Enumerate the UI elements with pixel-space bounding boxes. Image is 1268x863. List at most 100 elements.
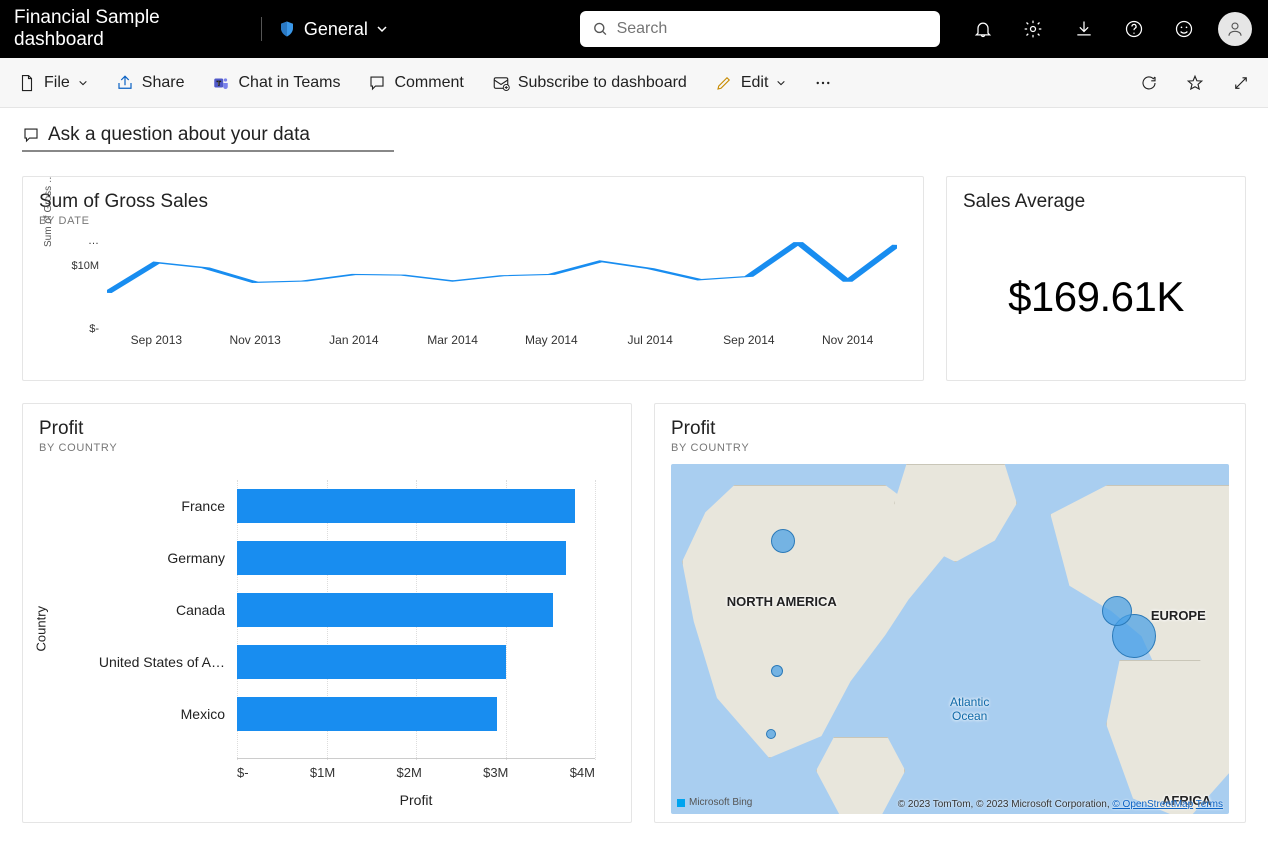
map-label-na: NORTH AMERICA <box>727 594 837 609</box>
bar-row: Germany <box>77 532 595 584</box>
share-icon <box>116 74 134 92</box>
app-header: Financial Sample dashboard General <box>0 0 1268 58</box>
edit-menu[interactable]: Edit <box>715 74 787 92</box>
fullscreen-button[interactable] <box>1232 74 1250 92</box>
kpi-value: $169.61K <box>963 273 1229 321</box>
star-icon <box>1186 74 1204 92</box>
dashboard-title: Financial Sample dashboard <box>14 7 245 51</box>
chat-label: Chat in Teams <box>238 74 340 92</box>
axis-x-label: Profit <box>237 792 595 808</box>
chevron-down-icon <box>78 78 88 88</box>
question-icon <box>1124 19 1144 39</box>
comment-button[interactable]: Comment <box>368 74 463 92</box>
map-canvas[interactable]: NORTH AMERICA EUROPE AFRICA AtlanticOcea… <box>671 464 1229 814</box>
comment-icon <box>368 74 386 92</box>
file-menu[interactable]: File <box>18 74 88 92</box>
bar-category-label: Canada <box>77 602 237 618</box>
chat-teams-button[interactable]: T Chat in Teams <box>212 74 340 92</box>
search-box[interactable] <box>580 11 940 47</box>
bar-rows: France Germany Canada United States of A… Me… <box>77 480 595 740</box>
search-icon <box>592 20 609 38</box>
sensitivity-dropdown[interactable]: General <box>278 19 388 40</box>
map-attribution: © 2023 TomTom, © 2023 Microsoft Corporat… <box>898 799 1223 810</box>
search-input[interactable] <box>617 20 928 38</box>
action-bar: File Share T Chat in Teams Comment Subsc… <box>0 58 1268 108</box>
map-bubble[interactable] <box>771 665 783 677</box>
tile-subtitle: BY DATE <box>39 215 907 227</box>
axis-x-ticks: Sep 2013Nov 2013Jan 2014Mar 2014May 2014… <box>107 333 897 347</box>
map-bubble[interactable] <box>771 529 795 553</box>
subscribe-icon <box>492 74 510 92</box>
account-button[interactable] <box>1216 9 1254 49</box>
line-chart: Sum of Gross … … $10M $- Sep 2013Nov 201… <box>67 237 907 357</box>
tile-profit-map[interactable]: Profit BY COUNTRY NORTH AMERICA EUROPE A… <box>654 403 1246 823</box>
bar-category-label: France <box>77 498 237 514</box>
chevron-down-icon <box>776 78 786 88</box>
tile-title: Profit <box>671 418 1229 440</box>
axis-x-ticks: $-$1M$2M$3M$4M <box>237 758 595 780</box>
fullscreen-icon <box>1232 74 1250 92</box>
map-label-eu: EUROPE <box>1151 608 1206 623</box>
teams-icon: T <box>212 74 230 92</box>
bar-row: Mexico <box>77 688 595 740</box>
bar-category-label: United States of A… <box>77 654 237 670</box>
comment-label: Comment <box>394 74 463 92</box>
tile-title: Profit <box>39 418 615 440</box>
map-bubble[interactable] <box>1102 596 1132 626</box>
bar-category-label: Germany <box>77 550 237 566</box>
notifications-button[interactable] <box>964 9 1002 49</box>
bar <box>237 541 566 575</box>
bar-row: United States of A… <box>77 636 595 688</box>
download-button[interactable] <box>1065 9 1103 49</box>
qna-input[interactable]: Ask a question about your data <box>22 124 394 152</box>
refresh-button[interactable] <box>1140 74 1158 92</box>
terms-link[interactable]: Terms <box>1196 799 1223 810</box>
bar <box>237 645 506 679</box>
divider <box>261 17 262 41</box>
avatar <box>1218 12 1252 46</box>
bar <box>237 489 575 523</box>
smiley-icon <box>1174 19 1194 39</box>
tile-subtitle: BY COUNTRY <box>671 442 1229 454</box>
bar-chart: Country FranceGermanyCanadaUnited States… <box>49 474 615 814</box>
land-south-america <box>816 737 905 814</box>
chevron-down-icon <box>376 23 388 35</box>
feedback-button[interactable] <box>1165 9 1203 49</box>
map-label-ocean: AtlanticOcean <box>950 695 989 723</box>
qna-placeholder: Ask a question about your data <box>48 124 310 146</box>
map-bubble[interactable] <box>766 729 776 739</box>
sensitivity-label: General <box>304 19 368 40</box>
file-icon <box>18 74 36 92</box>
bar-row: France <box>77 480 595 532</box>
speech-bubble-icon <box>22 126 40 144</box>
settings-button[interactable] <box>1014 9 1052 49</box>
subscribe-button[interactable]: Subscribe to dashboard <box>492 74 687 92</box>
refresh-icon <box>1140 74 1158 92</box>
osm-link[interactable]: © OpenStreetMap <box>1112 799 1193 810</box>
land-africa <box>1106 660 1229 814</box>
share-button[interactable]: Share <box>116 74 185 92</box>
map-provider-logo: Microsoft Bing <box>677 797 752 808</box>
tile-gross-sales-line[interactable]: Sum of Gross Sales BY DATE Sum of Gross … <box>22 176 924 381</box>
line-plot-svg <box>107 237 897 329</box>
more-options-button[interactable] <box>814 74 832 92</box>
tile-sales-average-kpi[interactable]: Sales Average $169.61K <box>946 176 1246 381</box>
axis-y-label: Country <box>34 606 49 652</box>
favorite-button[interactable] <box>1186 74 1204 92</box>
bell-icon <box>973 19 993 39</box>
tile-profit-bar[interactable]: Profit BY COUNTRY Country France Germany C… <box>22 403 632 823</box>
subscribe-label: Subscribe to dashboard <box>518 74 687 92</box>
bar-row: Canada <box>77 584 595 636</box>
shield-icon <box>278 19 296 39</box>
bar <box>237 697 497 731</box>
file-label: File <box>44 74 70 92</box>
gear-icon <box>1023 19 1043 39</box>
bar-category-label: Mexico <box>77 706 237 722</box>
edit-label: Edit <box>741 74 769 92</box>
dashboard-canvas: Sum of Gross Sales BY DATE Sum of Gross … <box>0 158 1268 841</box>
help-button[interactable] <box>1115 9 1153 49</box>
axis-y-label: Sum of Gross … <box>43 176 54 247</box>
bar <box>237 593 553 627</box>
person-icon <box>1226 20 1244 38</box>
tile-subtitle: BY COUNTRY <box>39 442 615 454</box>
